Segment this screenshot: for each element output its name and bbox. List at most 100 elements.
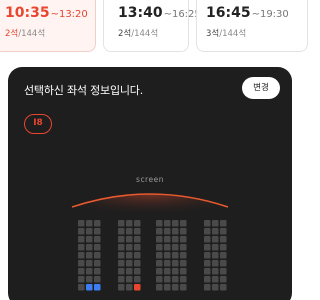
seat[interactable]: [118, 260, 125, 267]
seat[interactable]: [164, 220, 171, 227]
seat[interactable]: [78, 244, 85, 251]
seat[interactable]: [164, 284, 171, 291]
seat[interactable]: [126, 220, 133, 227]
seat[interactable]: [180, 244, 187, 251]
seat[interactable]: [172, 220, 179, 227]
seat[interactable]: [220, 220, 227, 227]
seat[interactable]: [156, 268, 163, 275]
seat[interactable]: [94, 268, 101, 275]
seat[interactable]: [118, 252, 125, 259]
seat[interactable]: [164, 252, 171, 259]
seat[interactable]: [94, 284, 101, 291]
seat[interactable]: [172, 276, 179, 283]
seat[interactable]: [134, 284, 141, 291]
seat[interactable]: [212, 268, 219, 275]
seat[interactable]: [204, 276, 211, 283]
seat[interactable]: [86, 236, 93, 243]
seat[interactable]: [126, 260, 133, 267]
seat[interactable]: [78, 276, 85, 283]
seat[interactable]: [118, 220, 125, 227]
seat[interactable]: [212, 228, 219, 235]
seat[interactable]: [134, 220, 141, 227]
showtime-card-2[interactable]: 13:40~16:25 2석/144석: [103, 0, 201, 52]
seat[interactable]: [94, 252, 101, 259]
seat[interactable]: [94, 276, 101, 283]
seat[interactable]: [172, 228, 179, 235]
seat[interactable]: [86, 252, 93, 259]
seat[interactable]: [172, 244, 179, 251]
seat[interactable]: [134, 252, 141, 259]
seat[interactable]: [204, 252, 211, 259]
seat[interactable]: [204, 260, 211, 267]
seat[interactable]: [126, 236, 133, 243]
seat[interactable]: [94, 228, 101, 235]
seat[interactable]: [94, 244, 101, 251]
seat[interactable]: [78, 220, 85, 227]
seat[interactable]: [172, 236, 179, 243]
seat[interactable]: [134, 268, 141, 275]
seat[interactable]: [220, 276, 227, 283]
seat[interactable]: [134, 260, 141, 267]
seat[interactable]: [164, 276, 171, 283]
seat[interactable]: [126, 284, 133, 291]
seat[interactable]: [78, 236, 85, 243]
seat[interactable]: [164, 228, 171, 235]
seat[interactable]: [78, 252, 85, 259]
seat[interactable]: [204, 236, 211, 243]
seat[interactable]: [78, 268, 85, 275]
seat[interactable]: [204, 268, 211, 275]
seat[interactable]: [156, 276, 163, 283]
seat[interactable]: [180, 268, 187, 275]
seat[interactable]: [126, 244, 133, 251]
seat[interactable]: [94, 220, 101, 227]
seat[interactable]: [180, 220, 187, 227]
seat[interactable]: [220, 244, 227, 251]
seat[interactable]: [172, 268, 179, 275]
seat[interactable]: [180, 252, 187, 259]
seat[interactable]: [118, 276, 125, 283]
seat[interactable]: [118, 244, 125, 251]
seat[interactable]: [78, 284, 85, 291]
seat[interactable]: [156, 220, 163, 227]
showtime-card-3[interactable]: 16:45~19:30 3석/144석: [196, 0, 308, 52]
seat[interactable]: [164, 244, 171, 251]
seat[interactable]: [86, 244, 93, 251]
seat[interactable]: [204, 220, 211, 227]
seat[interactable]: [156, 228, 163, 235]
seat[interactable]: [156, 252, 163, 259]
seat[interactable]: [94, 260, 101, 267]
seat[interactable]: [156, 284, 163, 291]
seat[interactable]: [94, 236, 101, 243]
seat[interactable]: [86, 260, 93, 267]
seat[interactable]: [204, 284, 211, 291]
seat[interactable]: [220, 260, 227, 267]
seat[interactable]: [212, 284, 219, 291]
seat[interactable]: [156, 260, 163, 267]
seat[interactable]: [126, 268, 133, 275]
seat[interactable]: [164, 268, 171, 275]
seat[interactable]: [212, 236, 219, 243]
seat[interactable]: [86, 228, 93, 235]
seat[interactable]: [180, 276, 187, 283]
seat[interactable]: [126, 252, 133, 259]
seat[interactable]: [172, 252, 179, 259]
seat[interactable]: [134, 228, 141, 235]
seat[interactable]: [78, 228, 85, 235]
seat[interactable]: [180, 260, 187, 267]
seat[interactable]: [78, 260, 85, 267]
seat[interactable]: [126, 276, 133, 283]
seat[interactable]: [134, 236, 141, 243]
seat[interactable]: [118, 228, 125, 235]
seat[interactable]: [172, 260, 179, 267]
seat[interactable]: [220, 228, 227, 235]
seat[interactable]: [220, 268, 227, 275]
seat[interactable]: [220, 236, 227, 243]
seat[interactable]: [220, 284, 227, 291]
seat[interactable]: [86, 268, 93, 275]
seat[interactable]: [118, 268, 125, 275]
seat[interactable]: [212, 276, 219, 283]
seat[interactable]: [118, 284, 125, 291]
seat[interactable]: [172, 284, 179, 291]
seat[interactable]: [134, 244, 141, 251]
seat[interactable]: [164, 236, 171, 243]
